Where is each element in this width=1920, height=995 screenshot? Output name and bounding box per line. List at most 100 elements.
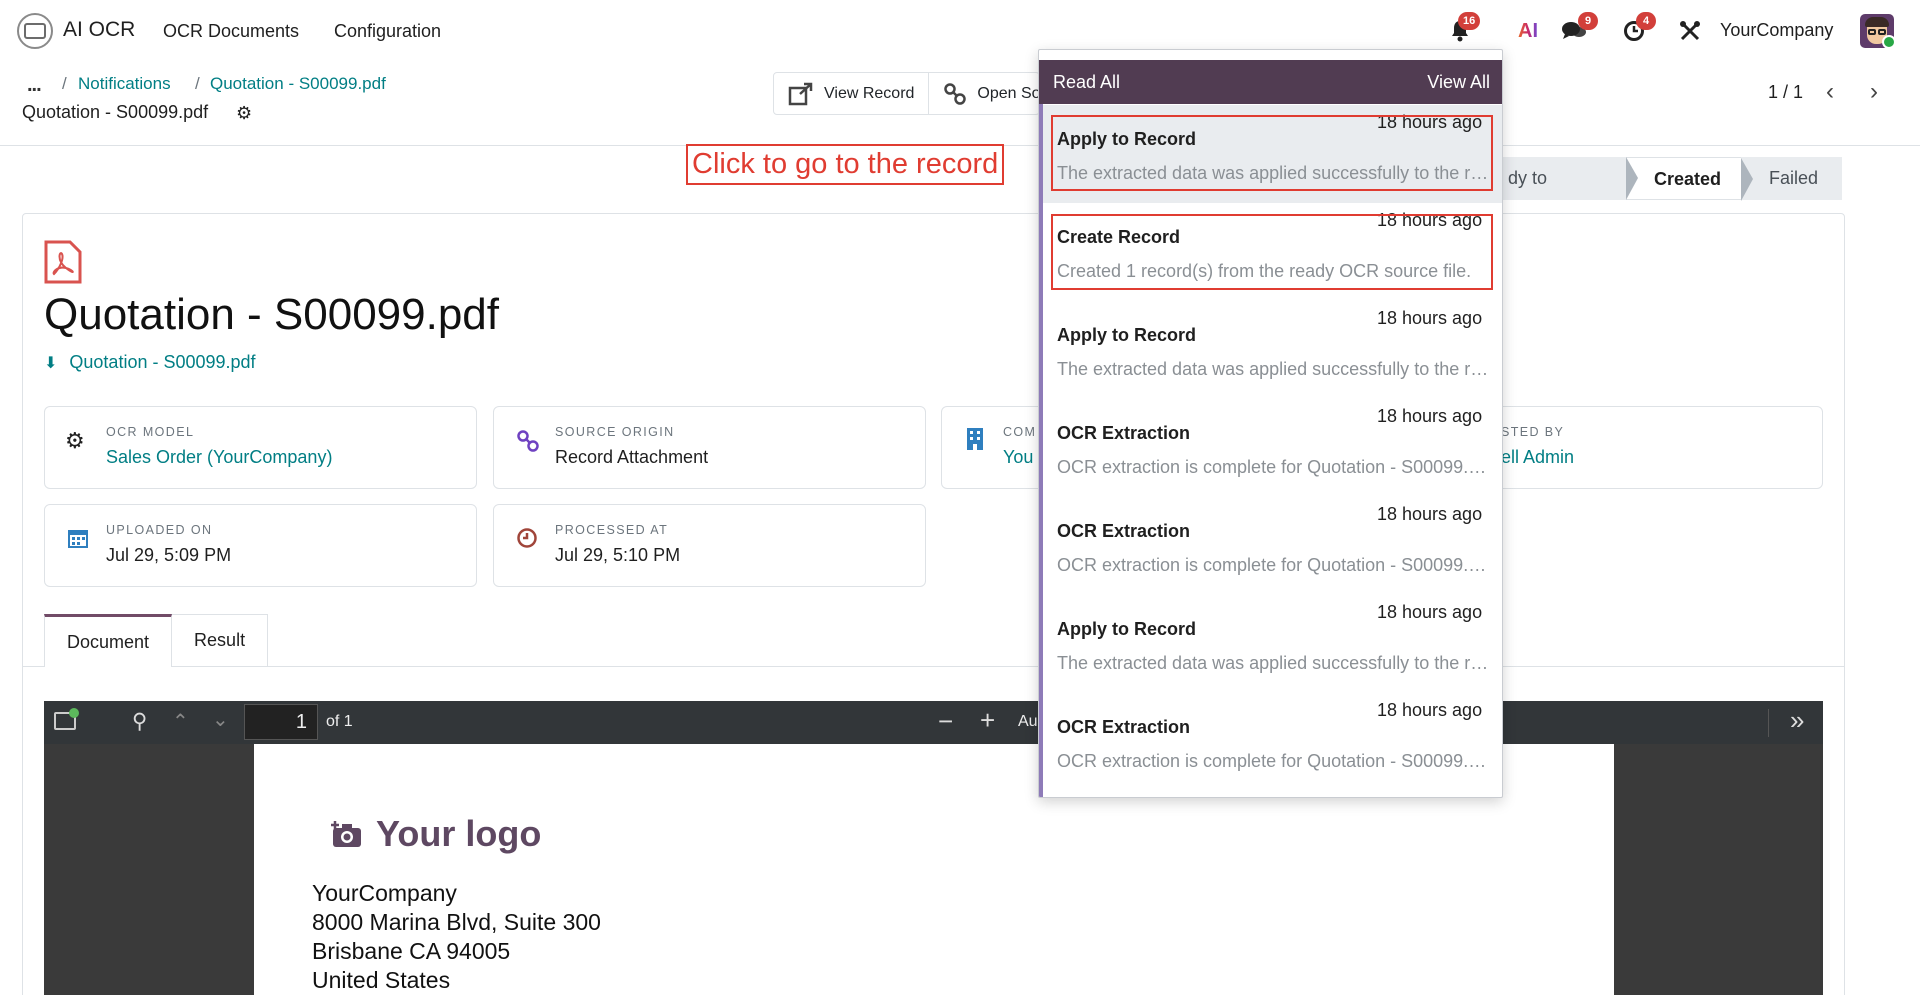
notification-item[interactable]: Create Record 18 hours ago Created 1 rec… bbox=[1043, 203, 1502, 301]
uploaded-on-value: Jul 29, 5:09 PM bbox=[106, 545, 232, 565]
card-label: UPLOADED ON bbox=[106, 523, 213, 537]
messages-systray[interactable]: 9 bbox=[1554, 12, 1598, 49]
download-icon: ⬇ bbox=[44, 354, 58, 372]
debug-tools[interactable] bbox=[1670, 13, 1710, 49]
notification-time: 18 hours ago bbox=[1377, 308, 1483, 328]
notification-body: OCR extraction is complete for Quotation… bbox=[1057, 751, 1491, 771]
breadcrumb-separator: / bbox=[62, 74, 67, 93]
notification-item[interactable]: OCR Extraction 18 hours ago OCR extracti… bbox=[1043, 399, 1502, 497]
tab-document[interactable]: Document bbox=[44, 614, 173, 667]
notification-time: 18 hours ago bbox=[1377, 700, 1483, 720]
pager-value[interactable]: 1 / 1 bbox=[1768, 82, 1803, 103]
more-tools-icon[interactable]: » bbox=[1790, 705, 1804, 736]
breadcrumb-collapsed[interactable]: ... bbox=[27, 74, 42, 97]
notification-title: OCR Extraction bbox=[1057, 423, 1191, 443]
card-processed-at: PROCESSED AT Jul 29, 5:10 PM bbox=[493, 504, 926, 587]
stage-created[interactable]: Created bbox=[1626, 157, 1754, 201]
pager-next-icon[interactable]: › bbox=[1870, 78, 1878, 106]
link-icon bbox=[944, 82, 967, 105]
document-title: Quotation - S00099.pdf bbox=[44, 290, 499, 339]
pdf-logo: Your logo bbox=[330, 813, 541, 855]
card-label: SOURCE ORIGIN bbox=[555, 425, 675, 439]
file-link-label: Quotation - S00099.pdf bbox=[69, 352, 256, 372]
stage-failed[interactable]: Failed bbox=[1741, 157, 1842, 200]
zoom-in-icon[interactable]: + bbox=[980, 705, 995, 736]
zoom-select[interactable]: Au bbox=[1018, 713, 1038, 731]
notification-title: Apply to Record bbox=[1057, 619, 1197, 639]
card-ocr-model: ⚙ OCR MODEL Sales Order (YourCompany) bbox=[44, 406, 477, 489]
app-menu-icon[interactable] bbox=[17, 13, 53, 49]
read-all-button[interactable]: Read All bbox=[1053, 60, 1120, 104]
processed-at-value: Jul 29, 5:10 PM bbox=[555, 545, 681, 565]
next-page-icon[interactable]: ⌄ bbox=[212, 707, 229, 732]
notification-body: OCR extraction is complete for Quotation… bbox=[1057, 555, 1491, 575]
card-label: COM bbox=[1003, 425, 1037, 439]
link-icon bbox=[517, 430, 539, 452]
notification-item[interactable]: OCR Extraction 18 hours ago OCR extracti… bbox=[1043, 497, 1502, 595]
page-number-input[interactable]: 1 bbox=[244, 704, 318, 740]
zoom-out-icon[interactable]: − bbox=[938, 706, 953, 737]
logo-text: Your logo bbox=[376, 813, 542, 854]
notification-body: OCR extraction is complete for Quotation… bbox=[1057, 457, 1491, 477]
ai-icon: AI bbox=[1518, 19, 1538, 42]
view-all-button[interactable]: View All bbox=[1427, 60, 1490, 104]
view-record-label: View Record bbox=[824, 84, 915, 102]
top-navbar: AI OCR OCR Documents Configuration 16 AI… bbox=[0, 0, 1920, 60]
gear-icon[interactable]: ⚙ bbox=[236, 103, 252, 124]
notification-time: 18 hours ago bbox=[1377, 210, 1483, 230]
tools-icon bbox=[1680, 21, 1700, 41]
search-icon[interactable]: ⚲ bbox=[132, 709, 147, 734]
open-source-label: Open So bbox=[977, 84, 1040, 102]
notification-title: Apply to Record bbox=[1057, 325, 1197, 345]
action-buttons: View Record Open So bbox=[773, 72, 1041, 115]
requested-by-link[interactable]: ell Admin bbox=[1501, 447, 1574, 468]
stage-label: Created bbox=[1654, 169, 1722, 189]
notification-title: Apply to Record bbox=[1057, 129, 1197, 149]
company-switcher[interactable]: YourCompany bbox=[1720, 20, 1833, 41]
messages-badge: 9 bbox=[1578, 12, 1598, 30]
view-record-button[interactable]: View Record bbox=[774, 73, 930, 114]
notifications-bell[interactable]: 16 bbox=[1440, 12, 1481, 49]
toolbar-divider bbox=[1768, 709, 1769, 737]
clock-icon bbox=[517, 528, 537, 548]
breadcrumb-notifications[interactable]: Notifications bbox=[78, 74, 171, 94]
activities-badge: 4 bbox=[1636, 12, 1656, 30]
file-download-link[interactable]: ⬇ Quotation - S00099.pdf bbox=[44, 352, 256, 373]
company-link[interactable]: You bbox=[1003, 447, 1033, 468]
notifications-dropdown: Read All View All Apply to Record 18 hou… bbox=[1038, 49, 1503, 798]
notification-item[interactable]: Apply to Record 18 hours ago The extract… bbox=[1043, 105, 1502, 203]
open-source-button[interactable]: Open So bbox=[929, 73, 1039, 114]
card-uploaded-on: UPLOADED ON Jul 29, 5:09 PM bbox=[44, 504, 477, 587]
pager-prev-icon[interactable]: ‹ bbox=[1826, 78, 1834, 106]
notification-item[interactable]: OCR Extraction 18 hours ago OCR extracti… bbox=[1043, 693, 1502, 791]
status-dot-icon bbox=[69, 708, 79, 718]
tab-result[interactable]: Result bbox=[172, 614, 269, 667]
address-line: YourCompany bbox=[312, 880, 457, 906]
card-source-origin: SOURCE ORIGIN Record Attachment bbox=[493, 406, 926, 489]
stage-ready-to-create[interactable]: dy to Create bbox=[1500, 157, 1638, 231]
building-icon bbox=[967, 428, 983, 450]
app-name[interactable]: AI OCR bbox=[63, 18, 135, 42]
annotation-label: Click to go to the record bbox=[686, 144, 1005, 185]
breadcrumb-quotation[interactable]: Quotation - S00099.pdf bbox=[210, 74, 386, 94]
notification-item[interactable]: Apply to Record 18 hours ago The extract… bbox=[1043, 595, 1502, 693]
notification-title: OCR Extraction bbox=[1057, 521, 1191, 541]
card-label: PROCESSED AT bbox=[555, 523, 669, 537]
source-origin-value: Record Attachment bbox=[555, 447, 709, 467]
notification-time: 18 hours ago bbox=[1377, 504, 1483, 524]
notification-body: The extracted data was applied successfu… bbox=[1057, 163, 1491, 183]
presence-indicator bbox=[1882, 35, 1896, 49]
card-label: OCR MODEL bbox=[106, 425, 195, 439]
ai-systray[interactable]: AI bbox=[1510, 13, 1546, 49]
activities-systray[interactable]: 4 bbox=[1614, 12, 1656, 49]
ocr-model-link[interactable]: Sales Order (YourCompany) bbox=[106, 447, 332, 468]
page-count: of 1 bbox=[326, 713, 353, 730]
menu-configuration[interactable]: Configuration bbox=[334, 21, 441, 42]
breadcrumb-separator: / bbox=[195, 74, 200, 93]
menu-ocr-documents[interactable]: OCR Documents bbox=[163, 21, 299, 42]
notification-item[interactable]: Apply to Record 18 hours ago The extract… bbox=[1043, 301, 1502, 399]
address-line: United States bbox=[312, 967, 451, 993]
dropdown-header: Read All View All bbox=[1039, 60, 1502, 104]
status-bar: dy to Create Created Failed bbox=[1500, 157, 1843, 231]
prev-page-icon[interactable]: ⌃ bbox=[172, 709, 189, 734]
